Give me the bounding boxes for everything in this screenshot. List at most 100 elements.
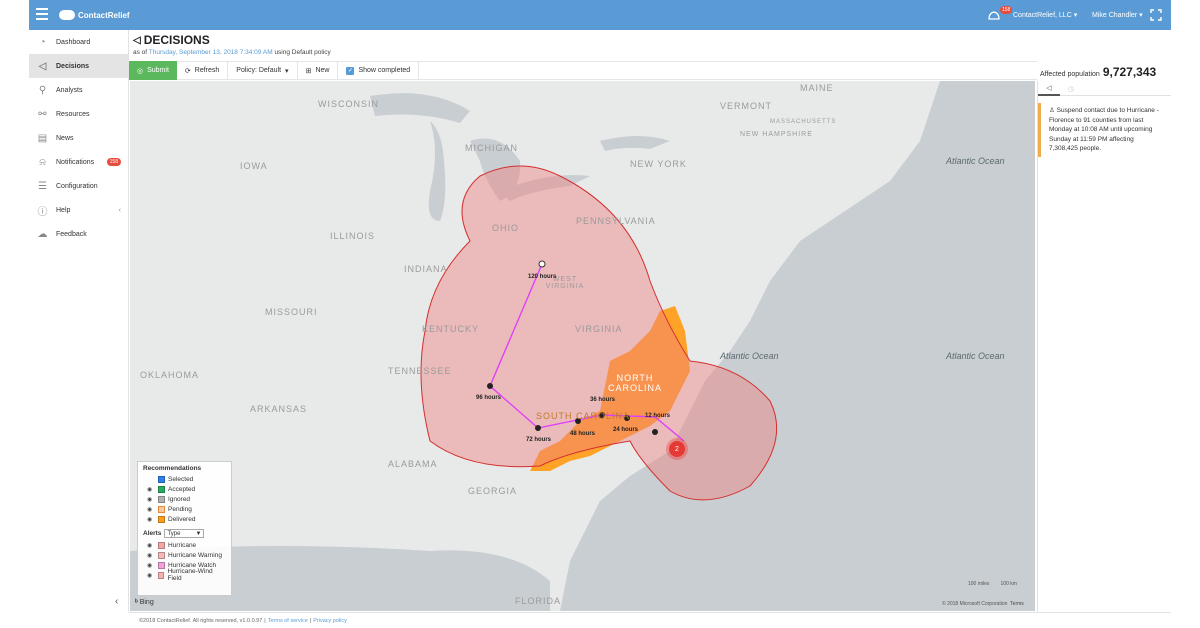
- eye-icon[interactable]: ◉: [147, 542, 155, 549]
- submit-button[interactable]: ◎ Submit: [129, 61, 177, 80]
- forecast-label: 24 hours: [613, 427, 639, 433]
- sidebar-item-notifications[interactable]: ⍾ Notifications 158: [29, 150, 128, 174]
- map-terms-link[interactable]: Terms: [1010, 601, 1024, 607]
- eye-icon[interactable]: ◉: [147, 572, 155, 579]
- check-circle-icon: ◎: [137, 67, 144, 75]
- hurricane-marker[interactable]: 2: [669, 441, 685, 457]
- checkbox-icon[interactable]: ✓: [346, 66, 355, 75]
- forecast-label: 120 hours: [528, 274, 557, 280]
- tab-decisions[interactable]: ◁: [1038, 81, 1060, 96]
- megaphone-icon: ◁: [1046, 84, 1052, 92]
- state-label: ILLINOIS: [330, 231, 376, 241]
- panel-tabs: ◁ ◷: [1038, 81, 1171, 96]
- sidebar-item-analysts[interactable]: ⚲ Analysts: [29, 78, 128, 102]
- legend-row-hurricane-warning[interactable]: ◉ Hurricane Warning: [143, 550, 226, 560]
- brand-logo[interactable]: ContactRelief: [59, 8, 130, 22]
- legend-swatch: [157, 571, 165, 579]
- forecast-label: 72 hours: [526, 437, 552, 443]
- forecast-label: 12 hours: [645, 413, 671, 419]
- sidebar-item-decisions[interactable]: ◁ Decisions: [29, 54, 128, 78]
- sidebar-item-resources[interactable]: ⚯ Resources: [29, 102, 128, 126]
- sidebar: ◔ Dashboard ◁ Decisions ⚲ Analysts ⚯ Res…: [29, 30, 129, 612]
- forecast-label: 36 hours: [590, 397, 616, 403]
- state-label: SOUTH CAROLINA: [536, 411, 631, 421]
- legend-swatch: [158, 541, 165, 549]
- menu-icon[interactable]: [36, 8, 48, 20]
- legend-row-ignored[interactable]: ◉ Ignored: [143, 494, 226, 504]
- legend-row-delivered[interactable]: ◉ Delivered: [143, 514, 226, 524]
- state-label: OKLAHOMA: [140, 370, 200, 380]
- legend-row-hurricane[interactable]: ◉ Hurricane: [143, 540, 226, 550]
- refresh-button[interactable]: ⟳ Refresh: [177, 61, 229, 80]
- sidebar-item-feedback[interactable]: ☁ Feedback: [29, 222, 128, 246]
- eye-icon[interactable]: ◉: [147, 552, 155, 559]
- sidebar-item-dashboard[interactable]: ◔ Dashboard: [29, 30, 128, 54]
- ocean-label: Atlantic Ocean: [720, 351, 779, 361]
- collapse-sidebar-icon[interactable]: ‹: [115, 596, 118, 607]
- user-menu[interactable]: Mike Chandler ▾: [1092, 11, 1143, 19]
- page-header: ◁ DECISIONS as of Thursday, September 13…: [133, 33, 331, 56]
- caret-down-icon: ▼: [195, 530, 202, 537]
- track-point-12: [652, 429, 658, 435]
- state-label: MAINE: [800, 83, 834, 93]
- legend-row-pending[interactable]: ◉ Pending: [143, 504, 226, 514]
- person-icon: ♙: [1049, 107, 1055, 114]
- ocean-label: Atlantic Ocean: [946, 156, 1005, 166]
- alert-type-select[interactable]: Type ▼: [164, 529, 205, 538]
- sidebar-item-configuration[interactable]: ☰ Configuration: [29, 174, 128, 198]
- forecast-label: 48 hours: [570, 431, 596, 437]
- hurricane-map[interactable]: WISCONSIN MICHIGAN IOWA ILLINOIS INDIANA…: [130, 81, 1035, 611]
- new-button[interactable]: ⊞ New: [298, 61, 339, 80]
- bing-logo: ᵇ Bing: [135, 599, 154, 606]
- legend-row-accepted[interactable]: ◉ Accepted: [143, 484, 226, 494]
- decision-item[interactable]: ♙ Suspend contact due to Hurricane - Flo…: [1038, 103, 1168, 157]
- legend-row-selected[interactable]: Selected: [143, 474, 226, 484]
- affected-population: Affected population 9,727,343: [1040, 65, 1157, 79]
- show-completed-toggle[interactable]: ✓ Show completed: [338, 61, 420, 80]
- state-label: PENNSYLVANIA: [576, 216, 656, 226]
- organization-dropdown[interactable]: ContactRelief, LLC ▾: [1013, 11, 1077, 19]
- legend-row-wind-field[interactable]: ◉ Hurricane-Wind Field: [143, 568, 226, 582]
- top-bar: ContactRelief 158 ContactRelief, LLC ▾ M…: [29, 0, 1171, 30]
- legend-swatch: [158, 505, 165, 513]
- new-icon: ⊞: [305, 67, 312, 75]
- state-label: GEORGIA: [468, 486, 518, 496]
- eye-icon[interactable]: ◉: [147, 486, 155, 493]
- sidebar-item-news[interactable]: ▤ News: [29, 126, 128, 150]
- state-label: ARKANSAS: [250, 404, 308, 414]
- legend-swatch: [158, 515, 165, 523]
- analyst-icon: ⚲: [38, 84, 47, 96]
- state-label: FLORIDA: [515, 596, 562, 606]
- track-point-96: [487, 383, 493, 389]
- legend-swatch: [158, 495, 165, 503]
- tab-history[interactable]: ◷: [1060, 81, 1082, 96]
- state-label: TENNESSEE: [388, 366, 452, 376]
- page-subtitle: as of Thursday, September 13, 2018 7:34:…: [133, 49, 331, 56]
- affected-population-value: 9,727,343: [1102, 65, 1157, 79]
- eye-icon[interactable]: ◉: [147, 506, 155, 513]
- map-legend: Recommendations Selected ◉ Accepted ◉ Ig…: [137, 461, 232, 596]
- toolbar: ◎ Submit ⟳ Refresh Policy: Default ▾ ⊞ N…: [129, 61, 1037, 80]
- eye-icon[interactable]: ◉: [147, 496, 155, 503]
- state-label: NEW HAMPSHIRE: [740, 131, 813, 138]
- notification-badge: 158: [1000, 6, 1013, 14]
- alert-icon[interactable]: [987, 9, 1001, 21]
- bell-icon: ⍾: [39, 156, 46, 168]
- eye-icon[interactable]: ◉: [147, 562, 155, 569]
- megaphone-icon: ◁: [133, 34, 141, 46]
- terms-of-service-link[interactable]: Terms of service: [268, 618, 308, 624]
- sidebar-item-help[interactable]: ⓘ Help ‹: [29, 198, 128, 222]
- policy-dropdown[interactable]: Policy: Default ▾: [228, 61, 298, 80]
- fullscreen-icon[interactable]: [1150, 9, 1162, 21]
- legend-swatch: [158, 485, 165, 493]
- ocean-label: Atlantic Ocean: [946, 351, 1005, 361]
- legend-recommendations-title: Recommendations: [143, 465, 202, 472]
- notifications-badge: 158: [106, 158, 121, 166]
- refresh-icon: ⟳: [184, 67, 191, 75]
- state-label: OHIO: [492, 223, 520, 233]
- map-scale: 100 miles 100 km: [968, 581, 1017, 587]
- resources-icon: ⚯: [38, 108, 47, 120]
- privacy-policy-link[interactable]: Privacy policy: [313, 618, 347, 624]
- as-of-date: Thursday, September 13, 2018 7:34:09 AM: [148, 49, 273, 56]
- eye-icon[interactable]: ◉: [147, 516, 155, 523]
